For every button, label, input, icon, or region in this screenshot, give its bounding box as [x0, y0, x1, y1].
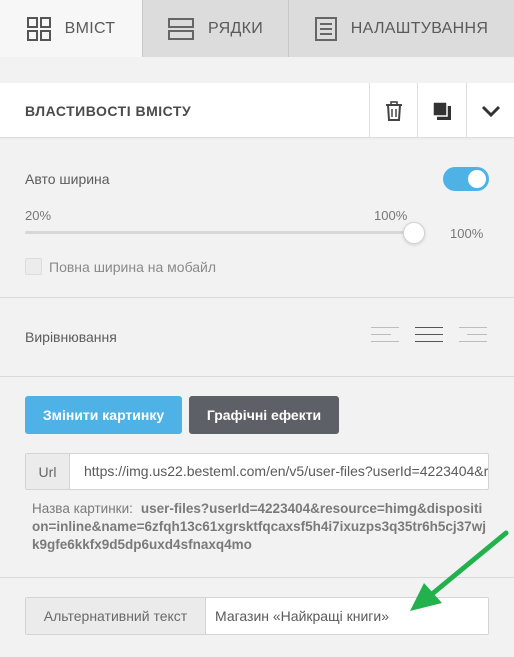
full-width-mobile-checkbox[interactable] — [25, 258, 42, 275]
width-slider-thumb[interactable] — [403, 222, 425, 244]
image-url-field[interactable]: Url https://img.us22.besteml.com/en/v5/u… — [25, 453, 489, 490]
width-slider-track[interactable] — [25, 231, 415, 234]
trash-icon — [385, 100, 402, 121]
full-width-mobile-label: Повна ширина на мобайл — [49, 259, 217, 275]
url-prefix: Url — [26, 454, 70, 489]
slider-max-label: 100% — [374, 208, 408, 223]
auto-width-label: Авто ширина — [25, 171, 110, 187]
divider — [0, 577, 514, 578]
grid-icon — [26, 16, 51, 41]
settings-list-icon — [314, 16, 337, 41]
alt-text-label: Альтернативний текст — [26, 598, 206, 634]
alt-text-input[interactable] — [206, 598, 488, 634]
auto-width-toggle[interactable] — [443, 167, 489, 191]
tab-content[interactable]: ВМІСТ — [0, 0, 142, 57]
tab-content-label: ВМІСТ — [64, 19, 116, 37]
image-effects-button[interactable]: Графічні ефекти — [189, 396, 339, 434]
divider — [0, 297, 514, 298]
panel-header: ВЛАСТИВОСТІ ВМІСТУ — [0, 83, 514, 138]
slider-min-label: 20% — [25, 208, 52, 223]
divider — [0, 376, 514, 377]
align-center-button[interactable] — [415, 325, 445, 345]
rows-icon — [167, 17, 194, 40]
chevron-down-icon — [481, 105, 500, 117]
content-properties-panel: ВЛАСТИВОСТІ ВМІСТУ Авто ширина 20% 100% … — [0, 83, 514, 657]
duplicate-icon — [431, 100, 451, 120]
delete-button[interactable] — [369, 83, 417, 138]
tab-settings[interactable]: НАЛАШТУВАННЯ — [288, 0, 514, 57]
tab-settings-label: НАЛАШТУВАННЯ — [350, 19, 489, 37]
align-right-button[interactable] — [459, 325, 489, 345]
collapse-button[interactable] — [466, 83, 514, 138]
image-name-label: Назва картинки: — [32, 501, 133, 516]
duplicate-button[interactable] — [417, 83, 465, 138]
editor-tabs: ВМІСТ РЯДКИ НАЛАШТУВАННЯ — [0, 0, 514, 57]
change-image-button[interactable]: Змінити картинку — [25, 396, 182, 434]
panel-title: ВЛАСТИВОСТІ ВМІСТУ — [25, 103, 192, 119]
align-left-button[interactable] — [371, 325, 401, 345]
alt-text-field[interactable]: Альтернативний текст — [25, 597, 489, 635]
alignment-label: Вирівнювання — [25, 329, 117, 345]
tab-rows-label: РЯДКИ — [207, 19, 264, 37]
tab-rows[interactable]: РЯДКИ — [142, 0, 288, 57]
width-current-value: 100% — [450, 226, 484, 241]
image-url-input[interactable]: https://img.us22.besteml.com/en/v5/user-… — [70, 454, 488, 489]
image-name: Назва картинки: user-files?userId=4223404… — [32, 500, 488, 554]
toggle-knob — [468, 170, 486, 188]
